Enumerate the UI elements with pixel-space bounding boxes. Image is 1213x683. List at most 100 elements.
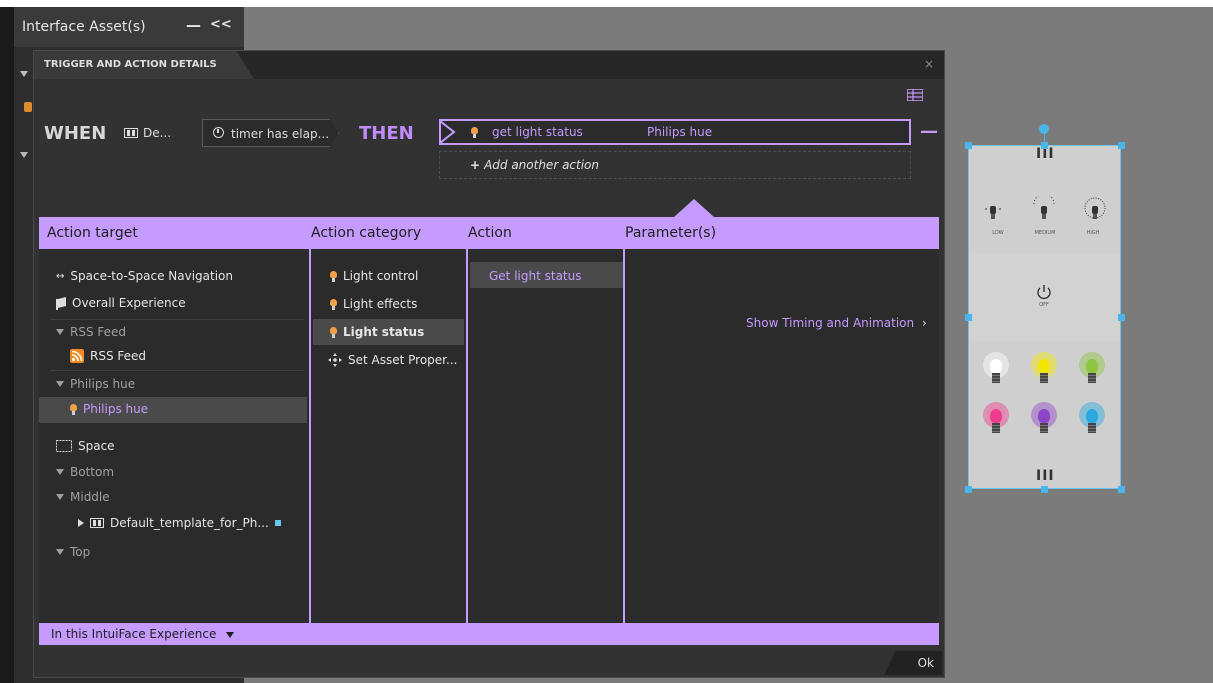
rotation-handle[interactable] (1039, 124, 1049, 134)
target-label: RSS Feed (90, 349, 147, 363)
trigger-source-label: De... (143, 126, 172, 140)
group-label: Philips hue (70, 377, 136, 391)
space-icon (56, 440, 72, 452)
col-action-target: Action target (47, 225, 138, 241)
level-medium-label: MEDIUM (1034, 230, 1056, 236)
show-timing-link[interactable]: Show Timing and Animation › (746, 316, 927, 330)
layer-label: Bottom (70, 465, 115, 479)
parameters-column (625, 249, 939, 623)
action-column (468, 249, 623, 623)
category-light-effects[interactable]: Light effects (330, 297, 417, 311)
green-bulb-icon[interactable] (1079, 352, 1105, 392)
template-icon (90, 518, 104, 528)
level-high-label: HIGH (1086, 230, 1100, 236)
add-action-button[interactable]: + Add another action (439, 151, 911, 179)
resize-handle[interactable] (965, 486, 972, 493)
col-action: Action (468, 225, 512, 241)
light-bulb-icon (471, 127, 478, 138)
white-bulb-icon[interactable] (983, 352, 1009, 392)
expand-arrow-icon[interactable] (20, 71, 28, 77)
category-light-status[interactable]: Light status (330, 325, 424, 339)
then-label: THEN (359, 123, 414, 144)
scope-selector[interactable]: In this IntuiFace Experience (39, 623, 939, 645)
dialog-tab[interactable]: TRIGGER AND ACTION DETAILS (34, 51, 254, 79)
trigger-event-label: timer has elap... (231, 127, 330, 141)
target-overall-experience[interactable]: Overall Experience (56, 296, 186, 310)
category-label: Light control (343, 269, 419, 283)
category-label: Light status (343, 325, 425, 339)
trigger-source[interactable]: De... (124, 126, 171, 140)
light-bulb-icon (330, 326, 337, 338)
collapse-button[interactable]: << (210, 17, 232, 32)
group-philips-hue[interactable]: Philips hue (56, 377, 135, 391)
target-label: Space-to-Space Navigation (70, 269, 233, 283)
power-label: OFF (1039, 302, 1049, 308)
col-parameters: Parameter(s) (625, 225, 717, 241)
power-icon[interactable] (1036, 284, 1052, 300)
section-pointer (674, 199, 714, 217)
blue-bulb-icon[interactable] (1079, 402, 1105, 442)
expand-arrow-icon (56, 381, 64, 387)
expand-arrow-icon (56, 494, 64, 500)
table-view-icon[interactable] (907, 89, 923, 101)
minimize-button[interactable]: — (186, 16, 201, 34)
remove-action-button[interactable]: — (920, 121, 938, 142)
expand-arrow-icon (56, 469, 64, 475)
asset-type-icon (24, 102, 32, 112)
chevron-down-icon (226, 631, 235, 638)
pink-bulb-icon[interactable] (983, 402, 1009, 442)
grip-icon: III (1036, 468, 1055, 484)
divider (50, 370, 304, 371)
target-space-navigation[interactable]: ↔ Space-to-Space Navigation (56, 269, 233, 283)
category-set-asset-property[interactable]: Set Asset Proper... (328, 353, 457, 367)
layer-middle[interactable]: Middle (56, 490, 110, 504)
when-label: WHEN (44, 123, 107, 144)
assets-panel-title: Interface Asset(s) (22, 19, 146, 35)
purple-bulb-icon[interactable] (1031, 402, 1057, 442)
target-rss-feed[interactable]: RSS Feed (70, 349, 146, 363)
resize-handle[interactable] (965, 314, 972, 321)
target-philips-hue[interactable]: Philips hue (70, 402, 148, 416)
assets-panel-header: Interface Asset(s) — << (14, 7, 244, 47)
resize-handle[interactable] (1041, 142, 1048, 149)
resize-handle[interactable] (1118, 314, 1125, 321)
plus-icon: + (470, 158, 481, 172)
selected-action-row[interactable]: get light status Philips hue (439, 119, 911, 145)
flag-icon (56, 296, 66, 310)
target-space[interactable]: Space (56, 439, 115, 453)
layer-bottom[interactable]: Bottom (56, 465, 114, 479)
group-label: RSS Feed (70, 325, 127, 339)
expand-arrow-icon (78, 519, 84, 527)
target-label: Space (78, 439, 115, 453)
light-bulb-icon (330, 270, 337, 282)
light-bulb-icon (330, 298, 337, 310)
layer-top[interactable]: Top (56, 545, 90, 559)
category-light-control[interactable]: Light control (330, 269, 418, 283)
category-label: Light effects (343, 297, 418, 311)
left-toolbar (0, 7, 14, 683)
resize-handle[interactable] (965, 142, 972, 149)
group-rss-feed[interactable]: RSS Feed (56, 325, 126, 339)
brightness-levels-icon[interactable] (982, 196, 1112, 226)
add-action-label: Add another action (484, 158, 599, 172)
action-name: get light status (492, 125, 583, 139)
target-label: Philips hue (83, 402, 149, 416)
template-icon (124, 128, 138, 138)
light-bulb-icon (70, 403, 77, 415)
category-label: Set Asset Proper... (348, 353, 458, 367)
yellow-bulb-icon[interactable] (1031, 352, 1057, 392)
expand-arrow-icon[interactable] (20, 152, 28, 158)
ok-button[interactable]: Ok (884, 651, 942, 675)
resize-handle[interactable] (1118, 142, 1125, 149)
close-icon[interactable]: × (924, 57, 934, 71)
timer-icon (213, 127, 224, 138)
action-get-light-status[interactable]: Get light status (489, 269, 581, 283)
resize-handle[interactable] (1118, 486, 1125, 493)
resize-handle[interactable] (1041, 486, 1048, 493)
target-default-template[interactable]: Default_template_for_Ph... (78, 516, 281, 530)
trigger-event-chip[interactable]: timer has elap... (202, 119, 339, 147)
col-action-category: Action category (311, 225, 422, 241)
chevron-right-icon (439, 120, 456, 144)
window-top-edge (0, 0, 1213, 7)
chevron-right-icon: › (921, 316, 927, 330)
